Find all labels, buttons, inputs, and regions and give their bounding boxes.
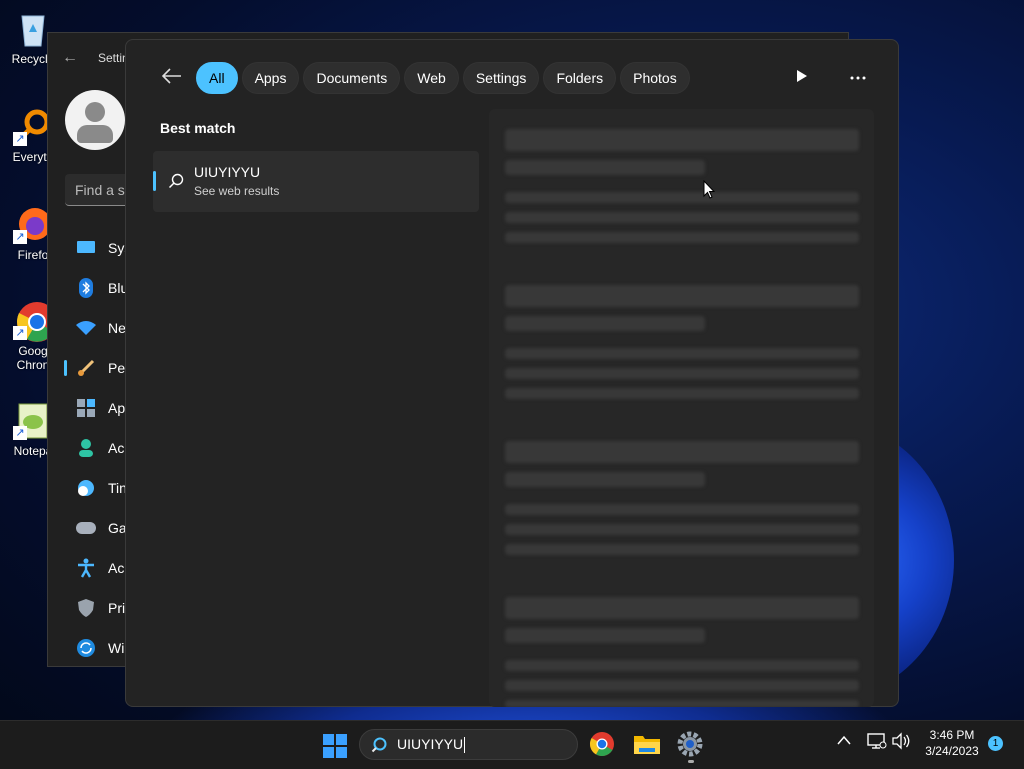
- network-icon: [74, 316, 98, 340]
- filter-chip-apps[interactable]: Apps: [241, 62, 300, 94]
- show-hidden-icons-button[interactable]: [837, 732, 851, 748]
- skeleton-bar: [505, 472, 705, 487]
- skeleton-bar: [505, 544, 859, 555]
- gaming-icon: [74, 516, 98, 540]
- skeleton-bar: [505, 212, 859, 223]
- nav-item-label: Ne: [108, 320, 126, 336]
- personalization-icon: [74, 356, 98, 380]
- user-avatar[interactable]: [65, 90, 125, 150]
- filter-chip-settings[interactable]: Settings: [462, 62, 540, 94]
- skeleton-bar: [505, 160, 705, 175]
- skeleton-bar: [505, 192, 859, 203]
- accessibility-icon: [74, 556, 98, 580]
- filter-chip-folders[interactable]: Folders: [543, 62, 617, 94]
- skeleton-bar: [505, 680, 859, 691]
- skeleton-bar: [505, 504, 859, 515]
- skeleton-bar: [505, 368, 859, 379]
- windows-update-icon: [74, 636, 98, 660]
- settings-icon: [677, 731, 703, 757]
- back-arrow-icon[interactable]: [161, 67, 186, 90]
- search-filter-bar: All Apps Documents Web Settings Folders …: [161, 62, 694, 94]
- system-icon: [74, 236, 98, 260]
- skeleton-bar: [505, 316, 705, 331]
- file-explorer-icon: [634, 736, 660, 754]
- speaker-icon: [892, 732, 910, 750]
- skeleton-bar: [505, 388, 859, 399]
- best-match-heading: Best match: [160, 120, 236, 136]
- play-icon[interactable]: [794, 69, 810, 85]
- preview-pane-loading: [489, 109, 874, 707]
- best-match-result[interactable]: UIUYIYYU See web results: [153, 151, 479, 212]
- chrome-icon: [589, 732, 614, 757]
- skeleton-bar: [505, 700, 859, 707]
- search-icon: [371, 737, 387, 753]
- skeleton-bar: [505, 660, 859, 671]
- skeleton-bar: [505, 441, 859, 463]
- network-status-icon: [867, 733, 887, 749]
- taskbar-clock[interactable]: 3:46 PM 3/24/2023: [920, 727, 984, 759]
- windows-logo-tile: [323, 747, 334, 758]
- nav-item-label: Ap: [108, 400, 126, 416]
- bluetooth-icon: [74, 276, 98, 300]
- network-tray-button[interactable]: [867, 732, 887, 753]
- running-indicator: [688, 760, 694, 763]
- skeleton-bar: [505, 232, 859, 243]
- nav-item-label: Wi: [108, 640, 125, 656]
- privacy-icon: [74, 596, 98, 620]
- clock-time: 3:46 PM: [929, 728, 975, 742]
- skeleton-bar: [505, 524, 859, 535]
- accounts-icon: [74, 436, 98, 460]
- result-subtitle: See web results: [194, 184, 280, 198]
- skeleton-bar: [505, 628, 705, 643]
- notification-badge[interactable]: 1: [988, 736, 1003, 751]
- time-language-icon: [74, 476, 98, 500]
- search-flyout: All Apps Documents Web Settings Folders …: [125, 39, 899, 707]
- windows-logo-tile: [336, 734, 347, 745]
- start-button[interactable]: [323, 734, 347, 758]
- windows-logo-tile: [323, 734, 334, 745]
- chevron-up-icon: [837, 735, 851, 745]
- search-icon: [168, 173, 184, 189]
- taskbar-settings-button[interactable]: [677, 731, 705, 759]
- clock-date: 3/24/2023: [925, 744, 979, 758]
- skeleton-bar: [505, 129, 859, 151]
- shortcut-arrow-icon: ↗: [13, 326, 27, 340]
- nav-item-label: Pri: [108, 600, 126, 616]
- apps-icon: [74, 396, 98, 420]
- nav-item-label: Ga: [108, 520, 127, 536]
- filter-chip-photos[interactable]: Photos: [620, 62, 690, 94]
- shortcut-arrow-icon: ↗: [13, 132, 27, 146]
- skeleton-bar: [505, 597, 859, 619]
- avatar-head: [85, 102, 105, 122]
- filter-chip-documents[interactable]: Documents: [303, 62, 401, 94]
- volume-tray-button[interactable]: [891, 732, 911, 753]
- nav-item-label: Ac: [108, 440, 125, 456]
- taskbar-chrome-button[interactable]: [589, 731, 617, 759]
- taskbar-search-box[interactable]: UIUYIYYU: [359, 729, 578, 760]
- nav-item-label: Ac: [108, 560, 125, 576]
- more-options-icon[interactable]: [846, 69, 870, 85]
- shortcut-arrow-icon: ↗: [13, 230, 27, 244]
- back-arrow-icon[interactable]: ←: [62, 49, 82, 67]
- skeleton-bar: [505, 285, 859, 307]
- windows-logo-tile: [336, 747, 347, 758]
- result-title: UIUYIYYU: [194, 164, 261, 180]
- skeleton-bar: [505, 348, 859, 359]
- text-caret: [464, 737, 466, 754]
- mouse-cursor-icon: [703, 179, 716, 200]
- avatar-body: [77, 125, 113, 143]
- taskbar-search-text: UIUYIYYU: [397, 736, 464, 752]
- filter-chip-web[interactable]: Web: [404, 62, 459, 94]
- shortcut-arrow-icon: ↗: [13, 426, 27, 440]
- filter-chip-all[interactable]: All: [196, 62, 238, 94]
- taskbar-file-explorer-button[interactable]: [633, 731, 661, 759]
